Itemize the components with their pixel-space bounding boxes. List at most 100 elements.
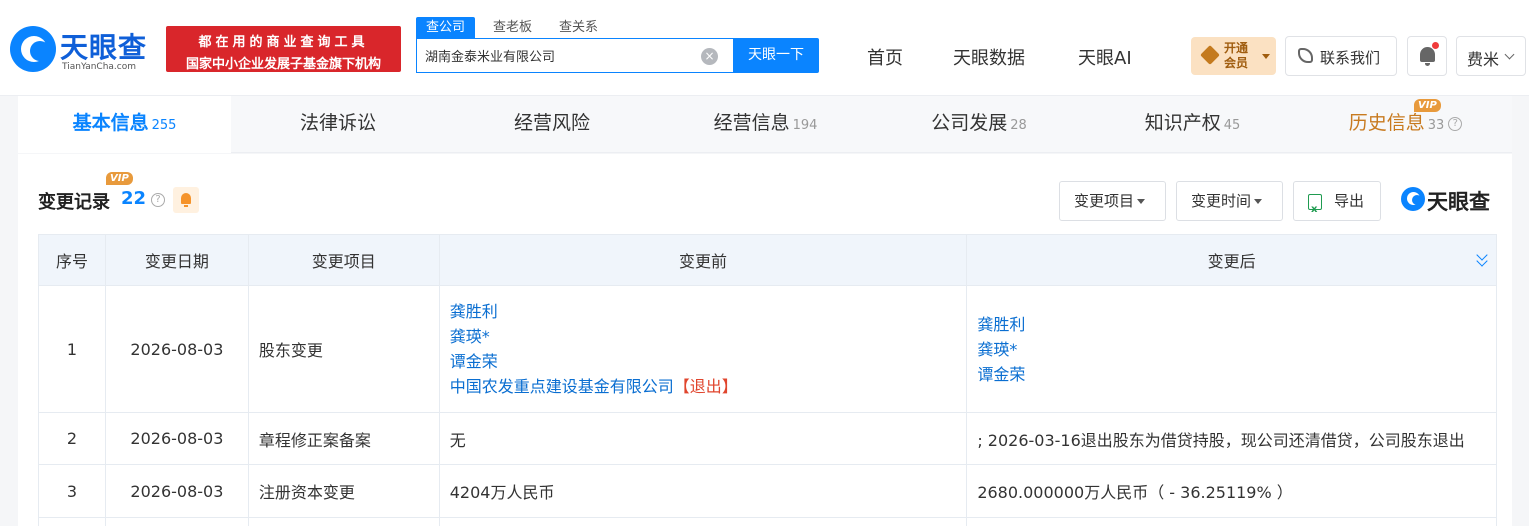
section-title: 变更记录 xyxy=(38,192,110,213)
row-index: 3 xyxy=(38,464,106,518)
filter-label: 变更时间 xyxy=(1191,192,1252,210)
tab-intellectual-property[interactable]: 知识产权 45 xyxy=(1086,96,1299,153)
diamond-icon xyxy=(1200,45,1220,65)
row-date: 2026-08-03 xyxy=(104,285,249,413)
filter-label: 变更项目 xyxy=(1074,192,1135,210)
nav-home[interactable]: 首页 xyxy=(867,44,903,70)
shareholder-link[interactable]: 谭金荣 xyxy=(977,362,1496,387)
notification-button[interactable] xyxy=(1407,36,1447,76)
logo-text: 天眼查 xyxy=(60,31,148,64)
row-index xyxy=(38,517,106,526)
tab-label: 经营信息 xyxy=(713,112,790,134)
search-input[interactable] xyxy=(425,39,695,72)
tab-legal[interactable]: 法律诉讼 xyxy=(231,96,445,153)
search-tab-relation[interactable]: 查关系 xyxy=(559,17,598,38)
filter-change-item[interactable]: 变更项目 xyxy=(1059,181,1166,221)
shareholder-link[interactable]: 龚瑛* xyxy=(450,324,967,349)
double-chevron-down-icon[interactable] xyxy=(1476,253,1488,267)
slogan-line-1: 都在用的商业查询工具 xyxy=(198,35,369,50)
vip-badge: VIP xyxy=(1414,99,1441,112)
tab-count: 194 xyxy=(792,118,818,133)
brand-eye-icon xyxy=(1401,187,1425,211)
export-button[interactable]: 导出 xyxy=(1293,181,1381,229)
logo-domain: TianYanCha.com xyxy=(62,62,137,72)
row-date: 2026-08-03 xyxy=(104,464,249,518)
user-name: 费米 xyxy=(1467,50,1500,69)
bell-icon xyxy=(1420,47,1435,66)
shareholder-link-with-exit[interactable]: 中国农发重点建设基金有限公司【退出】 xyxy=(450,374,967,399)
shareholder-link[interactable]: 龚瑛* xyxy=(977,337,1496,362)
row-after xyxy=(966,517,1497,526)
shareholder-link[interactable]: 龚胜利 xyxy=(450,299,967,324)
tab-label: 知识产权 xyxy=(1144,112,1221,134)
row-item: 章程修正案备案 xyxy=(247,412,440,465)
search-tab-company[interactable]: 查公司 xyxy=(416,17,476,38)
slogan-banner: 都在用的商业查询工具 国家中小企业发展子基金旗下机构 xyxy=(166,26,401,72)
slogan-line-2: 国家中小企业发展子基金旗下机构 xyxy=(185,57,381,72)
table-row: 1 2026-08-03 股东变更 龚胜利 龚瑛* 谭金荣 中国农发重点建设基金… xyxy=(38,285,1497,413)
row-item: 股东变更 xyxy=(247,285,440,413)
tab-count: 255 xyxy=(151,118,177,133)
col-header-after-label: 变更后 xyxy=(1207,252,1256,271)
row-item: 注册资本变更 xyxy=(247,464,440,518)
open-vip-button[interactable]: 开通会员 xyxy=(1191,37,1276,75)
row-before: 龚胜利 龚瑛* 谭金荣 中国农发重点建设基金有限公司【退出】 xyxy=(438,285,968,413)
help-icon[interactable]: ? xyxy=(151,193,165,207)
col-header-after: 变更后 xyxy=(966,234,1497,286)
row-before xyxy=(438,517,968,526)
tab-count: 33 xyxy=(1427,118,1445,133)
table-row xyxy=(38,517,1497,526)
col-header-item: 变更项目 xyxy=(247,234,440,286)
chevron-down-icon xyxy=(1504,49,1515,60)
contact-us-button[interactable]: 联系我们 xyxy=(1285,36,1397,76)
tab-label: 公司发展 xyxy=(931,112,1008,134)
table-header-row: 序号 变更日期 变更项目 变更前 变更后 xyxy=(38,234,1497,286)
shareholder-link[interactable]: 龚胜利 xyxy=(977,312,1496,337)
section-count: 22 xyxy=(121,188,147,209)
tab-label: 经营风险 xyxy=(513,112,590,134)
contact-label: 联系我们 xyxy=(1320,49,1381,67)
row-before: 无 xyxy=(438,412,968,465)
company-section-tabs: 基本信息 255 法律诉讼 经营风险 经营信息 194 公司发展 28 知识产权 45 … xyxy=(18,96,1512,153)
search-button[interactable]: 天眼一下 xyxy=(733,38,819,73)
top-header: 天眼查 TianYanCha.com 都在用的商业查询工具 国家中小企业发展子基… xyxy=(0,0,1529,96)
shareholder-name: 中国农发重点建设基金有限公司 xyxy=(449,377,674,396)
user-menu-button[interactable]: 费米 xyxy=(1456,36,1526,76)
row-after: 2680.000000万人民币（ - 36.25119% ） xyxy=(966,464,1497,518)
tianyancha-logo[interactable]: 天眼查 TianYanCha.com xyxy=(10,26,160,76)
col-header-date: 变更日期 xyxy=(104,234,249,286)
unread-dot xyxy=(1432,42,1439,49)
tab-business-info[interactable]: 经营信息 194 xyxy=(659,96,872,153)
tab-label: 历史信息 xyxy=(1348,112,1425,134)
tab-label: 基本信息 xyxy=(72,112,149,134)
filter-change-time[interactable]: 变更时间 xyxy=(1176,181,1283,221)
row-date xyxy=(104,517,249,526)
tab-business-risk[interactable]: 经营风险 xyxy=(445,96,659,153)
nav-tianyan-ai[interactable]: 天眼AI xyxy=(1078,44,1132,70)
nav-tianyan-data[interactable]: 天眼数据 xyxy=(953,44,1025,70)
table-row: 3 2026-08-03 注册资本变更 4204万人民币 2680.000000… xyxy=(38,464,1497,518)
section-vip-badge: VIP xyxy=(106,172,133,185)
tab-basic-info[interactable]: 基本信息 255 xyxy=(18,96,231,153)
table-row: 2 2026-08-03 章程修正案备案 无 ; 2026-03-16退出股东为… xyxy=(38,412,1497,465)
row-index: 1 xyxy=(38,285,106,413)
row-item xyxy=(247,517,440,526)
change-records-table: 序号 变更日期 变更项目 变更前 变更后 1 2026-08-03 股东变更 龚… xyxy=(38,234,1497,526)
tab-history-info[interactable]: 历史信息 33? VIP xyxy=(1299,96,1512,153)
row-after: 龚胜利 龚瑛* 谭金荣 xyxy=(966,285,1497,413)
caret-down-icon xyxy=(1254,199,1263,204)
tab-company-development[interactable]: 公司发展 28 xyxy=(872,96,1086,153)
phone-icon xyxy=(1298,48,1313,63)
change-records-panel: 变更记录 VIP 22 ? 变更项目 变更时间 导出 天眼查 序号 变更日期 变… xyxy=(18,154,1512,526)
monitor-alert-button[interactable] xyxy=(173,187,199,213)
clear-search-icon[interactable]: × xyxy=(701,48,718,65)
search-box: × xyxy=(416,38,734,73)
tab-count: 28 xyxy=(1010,118,1027,133)
shareholder-link[interactable]: 谭金荣 xyxy=(450,349,967,374)
caret-down-icon xyxy=(1137,199,1146,204)
tab-count: 45 xyxy=(1223,118,1241,133)
help-icon[interactable]: ? xyxy=(1448,116,1463,131)
row-index: 2 xyxy=(38,412,106,465)
brand-watermark: 天眼查 xyxy=(1427,190,1490,214)
search-tab-boss[interactable]: 查老板 xyxy=(493,17,532,38)
